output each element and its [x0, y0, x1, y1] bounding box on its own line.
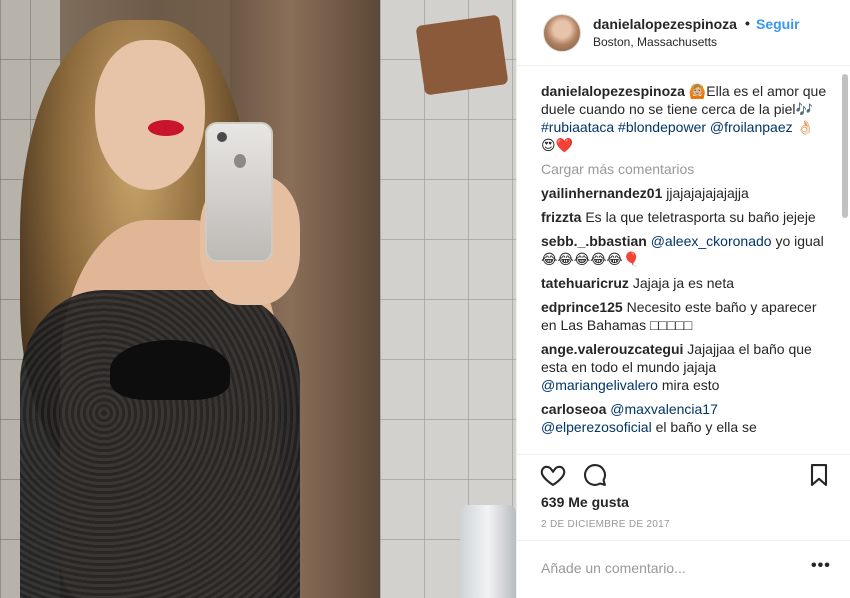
- comment-input[interactable]: [541, 555, 791, 581]
- bookmark-icon[interactable]: [805, 461, 833, 489]
- apple-logo-icon: [234, 154, 246, 168]
- comments-scrollbar[interactable]: [842, 74, 848, 218]
- comment-username[interactable]: frizzta: [541, 209, 581, 225]
- action-bar: [517, 454, 850, 494]
- comment-mention[interactable]: @aleex_ckoronado: [651, 233, 772, 249]
- location-link[interactable]: Boston, Massachusetts: [593, 35, 717, 49]
- list-item: carloseoa @maxvalencia17 @elperezosofici…: [541, 400, 827, 436]
- comment-bubble-icon[interactable]: [581, 461, 609, 489]
- list-item: ange.valerouzcategui Jajajjaa el baño qu…: [541, 340, 827, 394]
- heart-icon[interactable]: [539, 461, 567, 489]
- camera-lens: [217, 132, 227, 142]
- coat-hook: [415, 14, 509, 96]
- like-count[interactable]: 639 Me gusta: [541, 494, 629, 510]
- caption: danielalopezespinoza 🙆🏼Ella es el amor q…: [541, 82, 827, 154]
- header-username[interactable]: danielalopezespinoza: [593, 16, 737, 32]
- comment-text: Jajaja ja es neta: [632, 275, 734, 291]
- separator-dot: •: [745, 15, 750, 31]
- more-options-icon[interactable]: •••: [811, 557, 831, 575]
- smartphone: [205, 122, 273, 262]
- comment-text-after: mira esto: [661, 377, 720, 393]
- comment-username[interactable]: carloseoa: [541, 401, 606, 417]
- list-item: tatehuaricruz Jajaja ja es neta: [541, 274, 827, 292]
- caption-mention[interactable]: @froilanpaez: [710, 119, 793, 135]
- post-date[interactable]: 2 DE DICIEMBRE DE 2017: [541, 519, 670, 530]
- follow-button[interactable]: Seguir: [756, 16, 800, 32]
- add-comment-bar: •••: [517, 540, 850, 598]
- faucet: [460, 505, 516, 598]
- black-bra: [110, 340, 230, 400]
- list-item: yailinhernandez01 jjajajajajajajja: [541, 184, 827, 202]
- comment-username[interactable]: yailinhernandez01: [541, 185, 662, 201]
- comments-fade: [517, 436, 850, 454]
- comment-username[interactable]: edprince125: [541, 299, 623, 315]
- post-side-panel: danielalopezespinoza • Seguir Boston, Ma…: [516, 0, 850, 598]
- comment-text: jjajajajajajajja: [666, 185, 749, 201]
- comment-text-after: el baño y ella se: [655, 419, 757, 435]
- list-item: frizzta Es la que teletrasporta su baño …: [541, 208, 827, 226]
- comment-mention-2[interactable]: @elperezosoficial: [541, 419, 652, 435]
- comment-mention[interactable]: @maxvalencia17: [610, 401, 718, 417]
- comment-text: Es la que teletrasporta su baño jejeje: [585, 209, 816, 225]
- post-header: danielalopezespinoza • Seguir Boston, Ma…: [517, 0, 850, 66]
- comment-mention[interactable]: @mariangelivalero: [541, 377, 658, 393]
- avatar[interactable]: [543, 14, 581, 52]
- list-item: edprince125 Necesito este baño y aparece…: [541, 298, 827, 334]
- caption-username[interactable]: danielalopezespinoza: [541, 83, 685, 99]
- comment-username[interactable]: tatehuaricruz: [541, 275, 629, 291]
- caption-hashtags[interactable]: #rubiaataca #blondepower: [541, 119, 706, 135]
- list-item: sebb._.bbastian @aleex_ckoronado yo igua…: [541, 232, 827, 268]
- comment-username[interactable]: ange.valerouzcategui: [541, 341, 683, 357]
- lips: [148, 120, 184, 136]
- comments-list[interactable]: danielalopezespinoza 🙆🏼Ella es el amor q…: [517, 66, 850, 454]
- post-photo[interactable]: [0, 0, 516, 598]
- lace-top: [20, 290, 300, 598]
- load-more-comments-button[interactable]: Cargar más comentarios: [541, 160, 827, 178]
- comment-username[interactable]: sebb._.bbastian: [541, 233, 647, 249]
- face: [95, 40, 205, 190]
